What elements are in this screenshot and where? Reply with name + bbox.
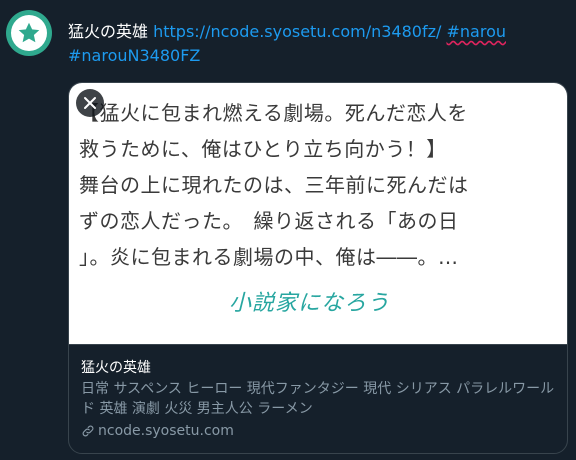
link-icon [82,425,94,437]
card-description: 日常 サスペンス ヒーロー 現代ファンタジー 現代 シリアス パラレルワールド … [81,381,555,417]
card-domain: ncode.syosetu.com [81,423,234,439]
card-domain-text: ncode.syosetu.com [98,423,234,439]
link-card[interactable]: 【猛火に包まれ燃える劇場。死んだ恋人を 救うために、俺はひとり立ち向かう！】 舞… [68,82,568,454]
image-line: 【猛火に包まれ燃える劇場。死んだ恋人を [79,101,468,125]
card-title: 猛火の英雄 [81,360,151,376]
hashtag-narou[interactable]: #narou [446,22,506,41]
card-image-text: 【猛火に包まれ燃える劇場。死んだ恋人を 救うために、俺はひとり立ち向かう！】 舞… [79,95,549,275]
tweet-title: 猛火の英雄 [68,22,149,41]
card-info[interactable]: 猛火の英雄 日常 サスペンス ヒーロー 現代ファンタジー 現代 シリアス パラレ… [69,344,567,439]
card-image[interactable]: 【猛火に包まれ燃える劇場。死んだ恋人を 救うために、俺はひとり立ち向かう！】 舞… [69,83,567,344]
close-button[interactable] [76,89,104,117]
tweet-link[interactable]: https://ncode.syosetu.com/n3480fz/ [153,22,441,41]
close-icon [84,97,96,109]
image-line: 」。炎に包まれる劇場の中、俺は――。… [79,245,459,269]
image-line: 舞台の上に現れたのは、三年前に死んだは [79,173,469,197]
tweet-text: 猛火の英雄 https://ncode.syosetu.com/n3480fz/… [68,20,568,68]
image-line: ずの恋人だった。 繰り返される「あの日 [79,209,459,233]
avatar[interactable] [6,10,52,56]
site-logo: 小説家になろう [229,291,391,316]
hashtag-narou-code[interactable]: #narouN3480FZ [68,46,200,65]
image-line: 救うために、俺はひとり立ち向かう！】 [79,137,447,161]
star-icon [11,15,47,51]
